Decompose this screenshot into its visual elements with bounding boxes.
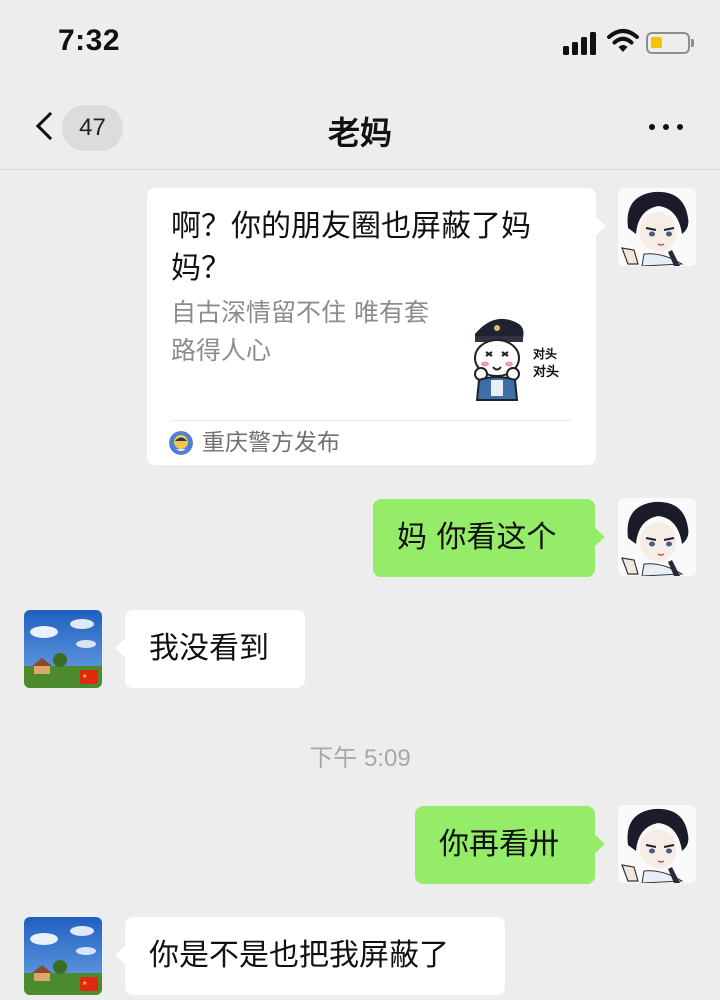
nav-bar: 47 老妈 [0, 88, 720, 170]
card-thumbnail-sticker: 对头 对头 [474, 318, 559, 401]
battery-level [651, 37, 662, 48]
svg-text:★: ★ [82, 673, 87, 680]
card-description: 自古深情留不住 唯有套路得人心 [171, 298, 429, 365]
message-text: 妈 你看这个 [397, 520, 557, 555]
more-icon[interactable] [646, 112, 686, 142]
sticker-text: 对头 [533, 364, 559, 380]
message-bubble-received[interactable]: 你是不是也把我屏蔽了 [115, 917, 505, 995]
message-bubble-received[interactable]: 我没看到 [115, 610, 305, 688]
shared-link-card[interactable]: 啊？你的朋友圈也屏蔽了妈妈？ 自古深情留不住 唯有套路得人心 对头 对头 重庆警… [147, 188, 606, 465]
status-time: 7:32 [58, 24, 121, 57]
message-text: 你再看卅 [439, 827, 559, 862]
my-avatar[interactable] [618, 498, 696, 576]
signal-icon [563, 31, 599, 55]
contact-avatar[interactable]: ★ [24, 917, 102, 995]
status-bar: 7:32 [0, 0, 720, 88]
my-avatar[interactable] [618, 188, 696, 266]
svg-text:★: ★ [82, 980, 87, 987]
card-title: 啊？你的朋友圈也屏蔽了妈妈？ [171, 209, 531, 286]
wifi-icon [607, 29, 639, 52]
message-text: 我没看到 [149, 631, 269, 666]
contact-avatar[interactable]: ★ [24, 610, 102, 688]
message-bubble-sent[interactable]: 妈 你看这个 [373, 499, 605, 577]
chat-title: 老妈 [327, 114, 392, 152]
card-source-name: 重庆警方发布 [202, 430, 340, 456]
card-divider [171, 420, 572, 421]
source-account-icon [169, 431, 193, 455]
message-text: 你是不是也把我屏蔽了 [149, 938, 449, 973]
message-bubble-sent[interactable]: 你再看卅 [415, 806, 605, 884]
my-avatar[interactable] [618, 805, 696, 883]
chat-screen: 7:32 47 老妈 啊？你的朋友圈也屏蔽了妈妈？ 自古深情留不住 唯有套路得人… [0, 0, 720, 1000]
battery-icon [646, 32, 694, 54]
timestamp: 下午 5:09 [309, 745, 411, 772]
sticker-text: 对头 [533, 346, 557, 361]
